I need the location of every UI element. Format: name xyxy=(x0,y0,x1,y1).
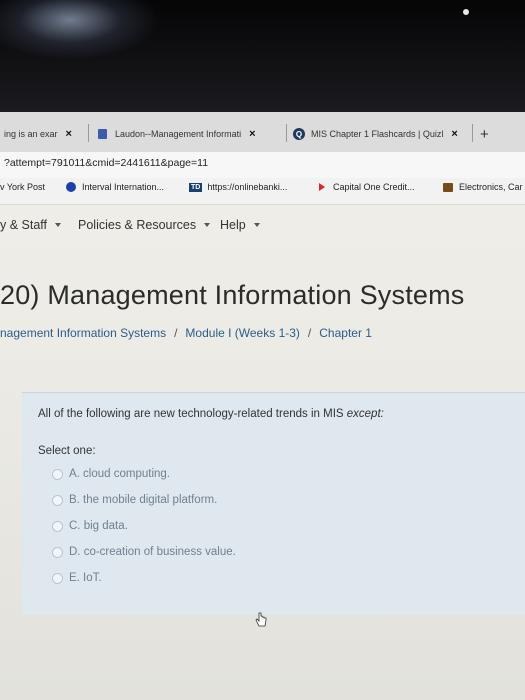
close-icon[interactable]: × xyxy=(451,128,457,140)
radio-button[interactable] xyxy=(52,546,63,558)
tab-label: Laudon--Management Informati xyxy=(115,129,242,139)
page-title: 20) Management Information Systems xyxy=(0,280,465,310)
breadcrumb-separator: / xyxy=(174,326,178,340)
answer-option-d[interactable]: D. co-creation of business value. xyxy=(52,546,236,558)
tab-laudon[interactable]: Laudon--Management Informati × xyxy=(98,122,256,146)
hand-cursor-icon xyxy=(255,612,267,627)
bookmark-label: v York Post xyxy=(0,182,46,192)
new-tab-button[interactable]: + xyxy=(480,126,489,143)
question-emphasis: except: xyxy=(346,408,384,420)
tab-divider xyxy=(88,124,89,142)
url-text[interactable]: ?attempt=791011&cmid=2441611&page=11 xyxy=(4,157,208,169)
tab-label: ing is an exar xyxy=(4,129,58,139)
chevron-down-icon xyxy=(55,223,62,227)
question-text: All of the following are new technology-… xyxy=(38,408,384,420)
radio-button[interactable] xyxy=(52,572,63,584)
answer-option-e[interactable]: E. IoT. xyxy=(52,572,102,584)
tab-bar: ing is an exar × Laudon--Management Info… xyxy=(0,112,525,153)
nav-label: Help xyxy=(220,218,246,232)
nav-policies-resources[interactable]: Policies & Resources xyxy=(78,218,211,232)
nav-faculty-staff[interactable]: y & Staff xyxy=(0,218,62,232)
bookmark-label: Capital One Credit... xyxy=(333,182,415,192)
tab-divider xyxy=(472,124,473,142)
close-icon[interactable]: × xyxy=(66,128,72,140)
nav-label: Policies & Resources xyxy=(78,218,197,232)
nav-help[interactable]: Help xyxy=(220,218,260,232)
book-icon xyxy=(98,129,107,139)
option-label[interactable]: C. big data. xyxy=(69,520,128,532)
chevron-down-icon xyxy=(253,223,260,227)
breadcrumb-course[interactable]: nagement Information Systems xyxy=(0,326,166,340)
bookmark-label: Interval Internation... xyxy=(82,182,165,192)
capital-one-icon xyxy=(319,183,325,191)
option-label[interactable]: E. IoT. xyxy=(69,572,102,584)
radio-button[interactable] xyxy=(52,520,63,532)
question-stem: All of the following are new technology-… xyxy=(38,408,344,420)
bookmark-capital-one[interactable]: Capital One Credit... xyxy=(319,182,415,192)
answer-option-b[interactable]: B. the mobile digital platform. xyxy=(52,494,217,506)
tab-divider xyxy=(286,124,287,142)
bookmark-electronics[interactable]: Electronics, Car xyxy=(443,182,523,192)
breadcrumb: nagement Information Systems / Module I (W… xyxy=(0,326,372,340)
camera-light xyxy=(463,9,469,15)
option-label[interactable]: A. cloud computing. xyxy=(69,468,170,480)
option-label[interactable]: B. the mobile digital platform. xyxy=(69,494,217,506)
quizlet-icon: Q xyxy=(293,128,305,140)
td-bank-icon: TD xyxy=(189,182,203,192)
interval-icon xyxy=(66,182,76,192)
browser-screen: ing is an exar × Laudon--Management Info… xyxy=(0,112,525,700)
bookmark-interval[interactable]: Interval Internation... xyxy=(66,182,164,192)
bookmark-ny-post[interactable]: v York Post xyxy=(0,182,45,192)
nav-label: y & Staff xyxy=(0,218,48,232)
answer-option-c[interactable]: C. big data. xyxy=(52,520,128,532)
select-prompt: Select one: xyxy=(38,445,96,457)
bookmark-label: https://onlinebanki... xyxy=(207,182,288,192)
radio-button[interactable] xyxy=(52,468,63,480)
radio-button[interactable] xyxy=(52,494,63,506)
option-label[interactable]: D. co-creation of business value. xyxy=(69,546,236,558)
bookmark-label: Electronics, Car xyxy=(459,182,523,192)
light-reflection xyxy=(0,0,160,60)
monitor-bezel xyxy=(0,0,525,112)
bookmark-td-bank[interactable]: TD https://onlinebanki... xyxy=(189,182,287,192)
shopping-bag-icon xyxy=(443,182,453,192)
tab-label: MIS Chapter 1 Flashcards | Quizl xyxy=(311,129,444,139)
breadcrumb-chapter[interactable]: Chapter 1 xyxy=(319,326,372,340)
close-icon[interactable]: × xyxy=(249,128,255,140)
tab-quizlet[interactable]: Q MIS Chapter 1 Flashcards | Quizl × xyxy=(293,122,458,146)
tab-exam[interactable]: ing is an exar × xyxy=(4,122,72,146)
answer-option-a[interactable]: A. cloud computing. xyxy=(52,468,170,480)
breadcrumb-module[interactable]: Module I (Weeks 1-3) xyxy=(185,326,300,340)
breadcrumb-separator: / xyxy=(307,326,312,340)
chevron-down-icon xyxy=(204,223,211,227)
